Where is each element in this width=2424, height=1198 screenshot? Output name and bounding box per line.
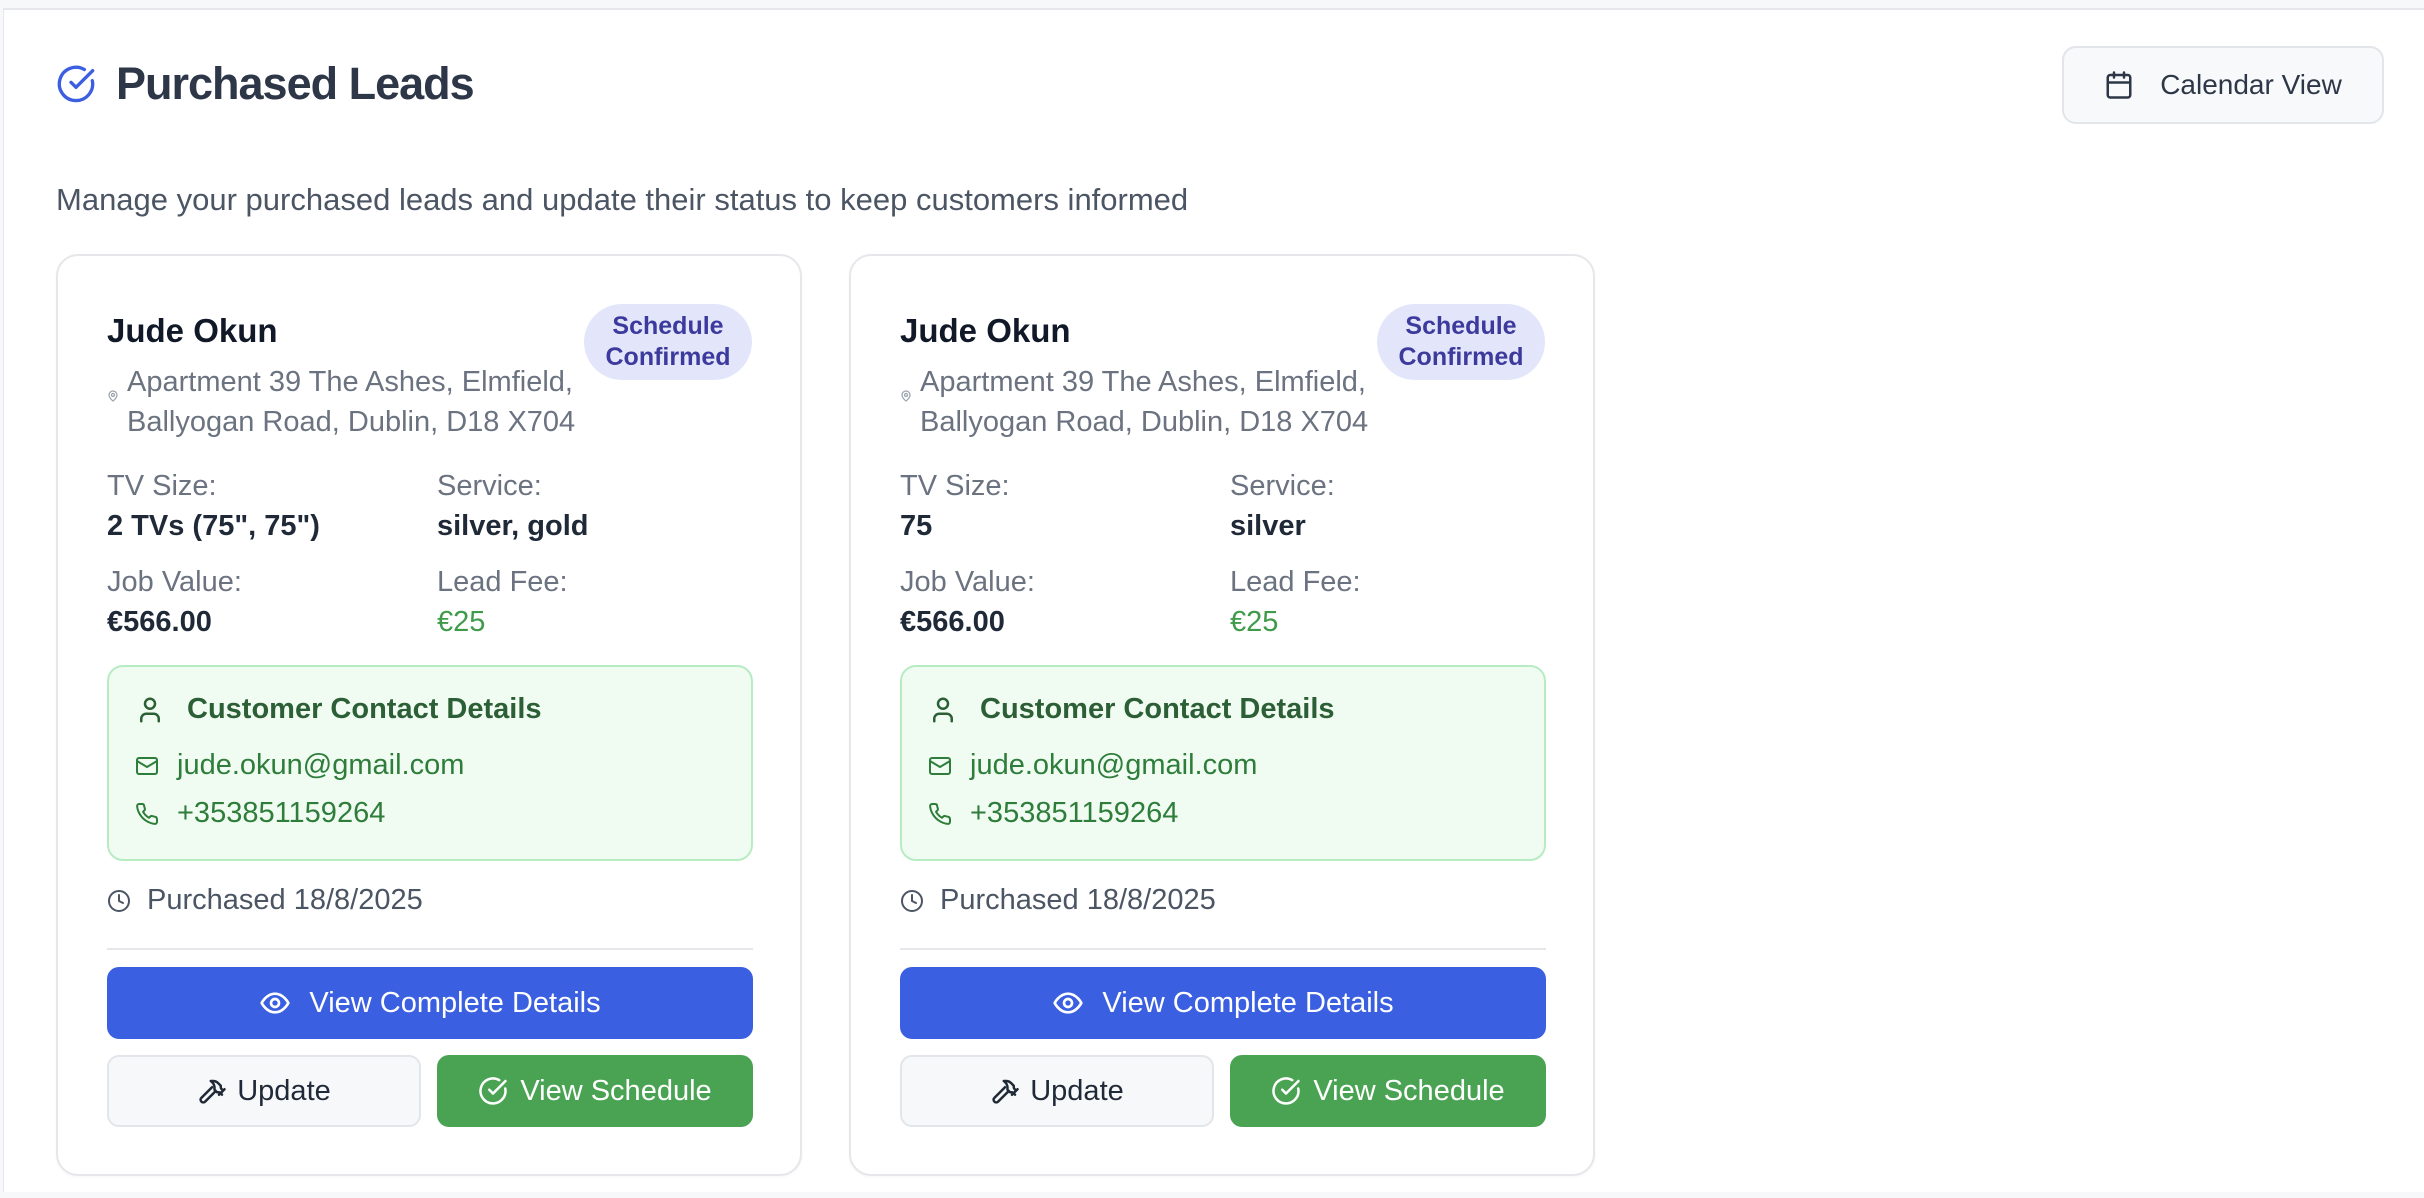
phone-icon [135, 802, 159, 826]
view-schedule-button[interactable]: View Schedule [437, 1055, 753, 1127]
customer-contact-box: Customer Contact Details jude.okun@gmail… [900, 665, 1546, 861]
divider [107, 948, 753, 950]
divider [900, 948, 1546, 950]
customer-name: Jude Okun [900, 312, 1071, 349]
update-label: Update [1030, 1074, 1124, 1107]
job-value-value: €566.00 [107, 606, 212, 638]
status-badge: Schedule Confirmed [1377, 304, 1545, 380]
lead-fee-value: €25 [437, 606, 486, 638]
view-complete-details-label: View Complete Details [309, 986, 601, 1019]
view-complete-details-button[interactable]: View Complete Details [900, 967, 1546, 1039]
contact-title: Customer Contact Details [980, 693, 1335, 725]
view-complete-details-label: View Complete Details [1102, 986, 1394, 1019]
service-value: silver, gold [437, 510, 589, 542]
lead-card: Jude Okun Schedule Confirmed Apartment 3… [56, 254, 802, 1176]
phone-link[interactable]: +353851159264 [177, 797, 385, 830]
check-circle-icon [1271, 1076, 1301, 1106]
job-value-field: Job Value: €566.00 [107, 562, 242, 642]
lead-fee-label: Lead Fee: [1230, 566, 1361, 598]
tv-size-field: TV Size: 75 [900, 466, 1010, 546]
update-button[interactable]: Update [107, 1055, 421, 1127]
lead-fee-field: Lead Fee: €25 [1230, 562, 1361, 642]
purchased-text: Purchased 18/8/2025 [147, 884, 423, 916]
status-badge: Schedule Confirmed [584, 304, 752, 380]
calendar-icon [2104, 70, 2134, 100]
tv-size-field: TV Size: 2 TVs (75", 75") [107, 466, 320, 546]
job-value-label: Job Value: [107, 566, 242, 598]
tv-size-value: 75 [900, 510, 933, 542]
view-schedule-label: View Schedule [1313, 1074, 1505, 1107]
service-field: Service: silver, gold [437, 466, 589, 546]
hammer-icon [197, 1076, 227, 1106]
view-complete-details-button[interactable]: View Complete Details [107, 967, 753, 1039]
job-value-field: Job Value: €566.00 [900, 562, 1035, 642]
hammer-icon [990, 1076, 1020, 1106]
job-value-value: €566.00 [900, 606, 1005, 638]
customer-contact-box: Customer Contact Details jude.okun@gmail… [107, 665, 753, 861]
map-pin-icon [900, 390, 912, 402]
tv-size-value: 2 TVs (75", 75") [107, 510, 320, 542]
purchased-text: Purchased 18/8/2025 [940, 884, 1216, 916]
lead-fee-field: Lead Fee: €25 [437, 562, 568, 642]
service-label: Service: [1230, 470, 1335, 502]
clock-icon [900, 889, 924, 913]
eye-icon [1052, 987, 1084, 1019]
contact-title: Customer Contact Details [187, 693, 542, 725]
service-label: Service: [437, 470, 542, 502]
phone-link[interactable]: +353851159264 [970, 797, 1178, 830]
calendar-view-label: Calendar View [2160, 69, 2342, 100]
address: Apartment 39 The Ashes, Elmfield, Ballyo… [107, 362, 587, 442]
mail-icon [928, 754, 952, 778]
user-icon [135, 695, 165, 725]
service-field: Service: silver [1230, 466, 1335, 546]
mail-icon [135, 754, 159, 778]
lead-fee-label: Lead Fee: [437, 566, 568, 598]
clock-icon [107, 889, 131, 913]
address-text: Apartment 39 The Ashes, Elmfield, Ballyo… [920, 366, 1369, 438]
email-link[interactable]: jude.okun@gmail.com [970, 749, 1257, 782]
address: Apartment 39 The Ashes, Elmfield, Ballyo… [900, 362, 1380, 442]
page-title: Purchased Leads [116, 58, 475, 109]
email-row: jude.okun@gmail.com [928, 749, 1257, 782]
tv-size-label: TV Size: [900, 470, 1010, 502]
address-text: Apartment 39 The Ashes, Elmfield, Ballyo… [127, 366, 576, 438]
purchased-date: Purchased 18/8/2025 [900, 884, 1216, 917]
email-row: jude.okun@gmail.com [135, 749, 464, 782]
update-label: Update [237, 1074, 331, 1107]
page-subtitle: Manage your purchased leads and update t… [56, 182, 1189, 217]
page-header: Purchased Leads [56, 58, 475, 110]
service-value: silver [1230, 510, 1306, 542]
map-pin-icon [107, 390, 119, 402]
update-button[interactable]: Update [900, 1055, 1214, 1127]
contact-header: Customer Contact Details [135, 693, 542, 726]
check-circle-icon [478, 1076, 508, 1106]
eye-icon [259, 987, 291, 1019]
calendar-view-button[interactable]: Calendar View [2062, 46, 2384, 124]
contact-header: Customer Contact Details [928, 693, 1335, 726]
view-schedule-button[interactable]: View Schedule [1230, 1055, 1546, 1127]
job-value-label: Job Value: [900, 566, 1035, 598]
check-circle-icon [56, 64, 96, 104]
user-icon [928, 695, 958, 725]
email-link[interactable]: jude.okun@gmail.com [177, 749, 464, 782]
purchased-date: Purchased 18/8/2025 [107, 884, 423, 917]
main-panel: Purchased Leads Calendar View Manage you… [3, 8, 2424, 1192]
phone-icon [928, 802, 952, 826]
customer-name: Jude Okun [107, 312, 278, 349]
lead-fee-value: €25 [1230, 606, 1279, 638]
lead-card: Jude Okun Schedule Confirmed Apartment 3… [849, 254, 1595, 1176]
tv-size-label: TV Size: [107, 470, 217, 502]
view-schedule-label: View Schedule [520, 1074, 712, 1107]
phone-row: +353851159264 [928, 797, 1178, 830]
phone-row: +353851159264 [135, 797, 385, 830]
